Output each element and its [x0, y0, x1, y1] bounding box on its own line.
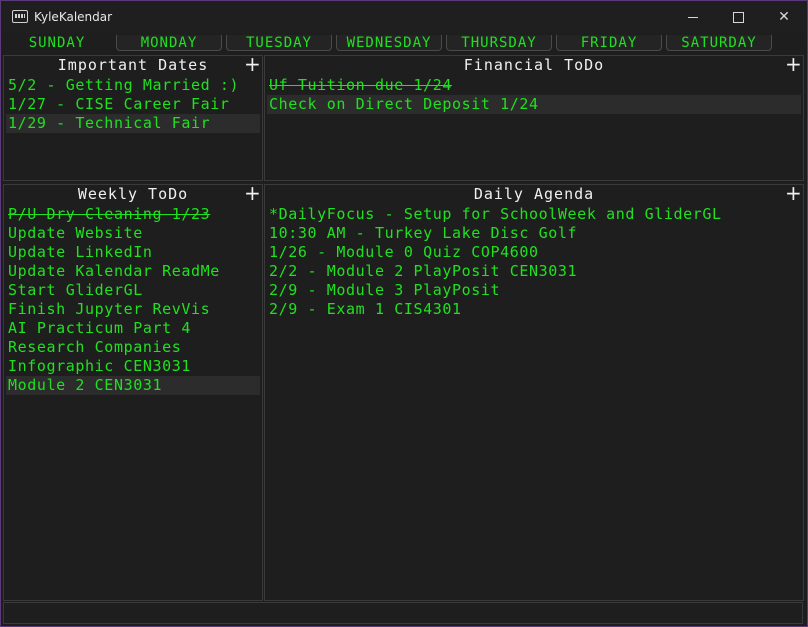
daily-agenda-list: *DailyFocus - Setup for SchoolWeek and G…: [267, 205, 801, 319]
panel-title: Daily Agenda: [473, 185, 595, 203]
list-item[interactable]: Finish Jupyter RevVis: [6, 300, 260, 319]
list-item[interactable]: Update LinkedIn: [6, 243, 260, 262]
list-item[interactable]: Update Kalendar ReadMe: [6, 262, 260, 281]
plus-icon: +: [785, 181, 802, 205]
status-bar: [3, 602, 803, 624]
minimize-button[interactable]: [670, 1, 716, 33]
list-item[interactable]: 2/9 - Exam 1 CIS4301: [267, 300, 801, 319]
list-item[interactable]: 2/9 - Module 3 PlayPosit: [267, 281, 801, 300]
list-item[interactable]: *DailyFocus - Setup for SchoolWeek and G…: [267, 205, 801, 224]
day-tabs: SUNDAY MONDAY TUESDAY WEDNESDAY THURSDAY FRID…: [1, 35, 807, 53]
add-important-date-button[interactable]: +: [244, 52, 261, 76]
plus-icon: +: [244, 181, 261, 205]
day-tab-sunday[interactable]: SUNDAY: [4, 35, 110, 51]
add-weekly-todo-button[interactable]: +: [244, 181, 261, 205]
plus-icon: +: [244, 52, 261, 76]
keyboard-icon: [12, 10, 28, 23]
list-item[interactable]: Update Website: [6, 224, 260, 243]
close-button[interactable]: ✕: [761, 1, 807, 33]
window-title: KyleKalendar: [34, 10, 113, 24]
add-financial-todo-button[interactable]: +: [785, 52, 802, 76]
day-tab-monday[interactable]: MONDAY: [116, 35, 222, 51]
title-bar[interactable]: KyleKalendar ✕: [1, 1, 807, 33]
plus-icon: +: [785, 52, 802, 76]
panel-title: Financial ToDo: [463, 56, 605, 74]
panel-title: Weekly ToDo: [77, 185, 189, 203]
list-item[interactable]: Uf Tuition due 1/24: [267, 76, 801, 95]
list-item[interactable]: P/U Dry Cleaning 1/23: [6, 205, 260, 224]
list-item[interactable]: 5/2 - Getting Married :): [6, 76, 260, 95]
list-item[interactable]: Start GliderGL: [6, 281, 260, 300]
list-item[interactable]: 1/26 - Module 0 Quiz COP4600: [267, 243, 801, 262]
important-dates-list: 5/2 - Getting Married :) 1/27 - CISE Care…: [6, 76, 260, 133]
weekly-todo-panel: Weekly ToDo + P/U Dry Cleaning 1/23 Updat…: [3, 181, 263, 601]
list-item[interactable]: Check on Direct Deposit 1/24: [267, 95, 801, 114]
day-tab-friday[interactable]: FRIDAY: [556, 35, 662, 51]
app-window: KyleKalendar ✕ SUNDAY MONDAY TUESDAY WEDNES…: [0, 0, 808, 627]
financial-todo-panel: Financial ToDo + Uf Tuition due 1/24 Chec…: [264, 52, 804, 181]
list-item[interactable]: 1/27 - CISE Career Fair: [6, 95, 260, 114]
maximize-button[interactable]: [715, 1, 761, 33]
important-dates-panel: Important Dates + 5/2 - Getting Married …: [3, 52, 263, 181]
minimize-icon: [688, 17, 698, 18]
day-tab-wednesday[interactable]: WEDNESDAY: [336, 35, 442, 51]
day-tab-thursday[interactable]: THURSDAY: [446, 35, 552, 51]
maximize-icon: [733, 12, 744, 23]
list-item[interactable]: 10:30 AM - Turkey Lake Disc Golf: [267, 224, 801, 243]
day-tab-saturday[interactable]: SATURDAY: [666, 35, 772, 51]
day-tab-tuesday[interactable]: TUESDAY: [226, 35, 332, 51]
financial-todo-list: Uf Tuition due 1/24 Check on Direct Depos…: [267, 76, 801, 114]
add-agenda-item-button[interactable]: +: [785, 181, 802, 205]
weekly-todo-list: P/U Dry Cleaning 1/23 Update Website Updat…: [6, 205, 260, 395]
list-item[interactable]: AI Practicum Part 4: [6, 319, 260, 338]
list-item[interactable]: Research Companies: [6, 338, 260, 357]
panel-title: Important Dates: [57, 56, 209, 74]
list-item[interactable]: Infographic CEN3031: [6, 357, 260, 376]
list-item[interactable]: 1/29 - Technical Fair: [6, 114, 260, 133]
list-item[interactable]: Module 2 CEN3031: [6, 376, 260, 395]
close-icon: ✕: [778, 9, 790, 25]
daily-agenda-panel: Daily Agenda + *DailyFocus - Setup for S…: [264, 181, 804, 601]
list-item[interactable]: 2/2 - Module 2 PlayPosit CEN3031: [267, 262, 801, 281]
